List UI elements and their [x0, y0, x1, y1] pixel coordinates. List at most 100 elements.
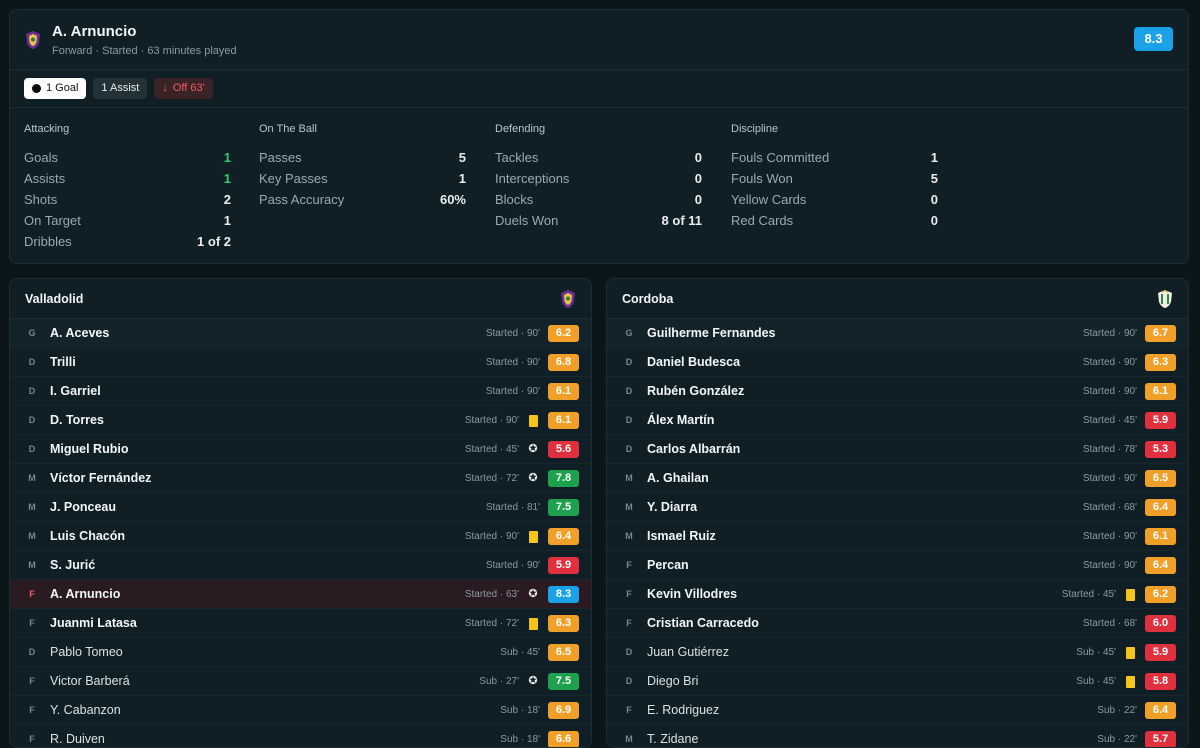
player-row[interactable]: F R. Duiven Sub · 18' 6.6 — [10, 725, 591, 747]
player-name[interactable]: Juanmi Latasa — [50, 609, 137, 638]
player-row[interactable]: G A. Aceves Started · 90' 6.2 — [10, 319, 591, 348]
player-row[interactable]: D Diego Bri Sub · 45' 5.8 — [607, 667, 1188, 696]
player-name[interactable]: Guilherme Fernandes — [647, 319, 776, 348]
stat-value: 0 — [694, 192, 702, 207]
player-minutes: Started · 90' — [485, 560, 540, 571]
player-name[interactable]: A. Aceves — [50, 319, 109, 348]
stat-label: Fouls Won — [731, 171, 793, 186]
player-row[interactable]: F A. Arnuncio Started · 63' ✪ 8.3 — [10, 580, 591, 609]
player-name[interactable]: Juan Gutiérrez — [647, 638, 729, 667]
player-row[interactable]: D D. Torres Started · 90' 6.1 — [10, 406, 591, 435]
player-name[interactable]: A. Ghailan — [647, 464, 709, 493]
player-row[interactable]: D Álex Martín Started · 45' 5.9 — [607, 406, 1188, 435]
player-row[interactable]: M Víctor Fernández Started · 72' ✪ 7.8 — [10, 464, 591, 493]
player-row[interactable]: F Victor Barberá Sub · 27' ✪ 7.5 — [10, 667, 591, 696]
yellow-card-icon — [526, 529, 540, 544]
stat-value: 8 of 11 — [661, 213, 702, 228]
football-icon: ✪ — [528, 472, 538, 484]
player-name[interactable]: Rubén González — [647, 377, 744, 406]
player-rating-badge: 6.5 — [1145, 470, 1176, 487]
player-name: A. Arnuncio — [52, 23, 137, 40]
player-position: M — [28, 560, 36, 570]
stat-value: 60% — [439, 192, 466, 207]
player-row[interactable]: F Kevin Villodres Started · 45' 6.2 — [607, 580, 1188, 609]
player-position: D — [625, 676, 633, 686]
player-minutes: Started · 45' — [464, 444, 519, 455]
player-name[interactable]: I. Garriel — [50, 377, 101, 406]
player-name[interactable]: J. Ponceau — [50, 493, 116, 522]
player-name[interactable]: A. Arnuncio — [50, 580, 120, 609]
player-name[interactable]: Kevin Villodres — [647, 580, 737, 609]
assist-badge[interactable]: 1 Assist — [93, 78, 148, 99]
player-name[interactable]: Percan — [647, 551, 689, 580]
player-name[interactable]: Victor Barberá — [50, 667, 130, 696]
stat-row: Duels Won 8 of 11 — [495, 210, 702, 231]
player-row[interactable]: M J. Ponceau Started · 81' 7.5 — [10, 493, 591, 522]
player-row[interactable]: F Cristian Carracedo Started · 68' 6.0 — [607, 609, 1188, 638]
player-name[interactable]: Álex Martín — [647, 406, 714, 435]
player-row[interactable]: M Luis Chacón Started · 90' 6.4 — [10, 522, 591, 551]
player-name[interactable]: Diego Bri — [647, 667, 698, 696]
player-minutes: Sub · 45' — [1076, 676, 1116, 687]
player-row[interactable]: M Y. Diarra Started · 68' 6.4 — [607, 493, 1188, 522]
player-row[interactable]: M Ismael Ruiz Started · 90' 6.1 — [607, 522, 1188, 551]
player-row[interactable]: D Juan Gutiérrez Sub · 45' 5.9 — [607, 638, 1188, 667]
player-row[interactable]: F Y. Cabanzon Sub · 18' 6.9 — [10, 696, 591, 725]
player-row[interactable]: M A. Ghailan Started · 90' 6.5 — [607, 464, 1188, 493]
player-row[interactable]: D Rubén González Started · 90' 6.1 — [607, 377, 1188, 406]
stat-column: Defending Tackles 0 Interceptions 0 Blocks 0 Du… — [495, 123, 702, 231]
player-rating-badge: 6.8 — [548, 354, 579, 371]
player-name[interactable]: D. Torres — [50, 406, 104, 435]
player-row[interactable]: F Juanmi Latasa Started · 72' 6.3 — [10, 609, 591, 638]
player-name[interactable]: Luis Chacón — [50, 522, 125, 551]
player-row[interactable]: D Pablo Tomeo Sub · 45' 6.5 — [10, 638, 591, 667]
player-position: F — [626, 560, 632, 570]
player-row[interactable]: D Miguel Rubio Started · 45' ✪ 5.6 — [10, 435, 591, 464]
player-name[interactable]: Daniel Budesca — [647, 348, 740, 377]
player-position: M — [625, 502, 633, 512]
player-row[interactable]: D Trilli Started · 90' 6.8 — [10, 348, 591, 377]
player-rating-badge: 6.0 — [1145, 615, 1176, 632]
player-minutes: Started · 81' — [485, 502, 540, 513]
player-name[interactable]: R. Duiven — [50, 725, 105, 747]
player-name[interactable]: Cristian Carracedo — [647, 609, 759, 638]
player-position: F — [626, 705, 632, 715]
stat-label: Red Cards — [731, 213, 794, 228]
divider — [10, 107, 1188, 108]
player-name[interactable]: Pablo Tomeo — [50, 638, 123, 667]
player-row[interactable]: D Carlos Albarrán Started · 78' 5.3 — [607, 435, 1188, 464]
player-row[interactable]: F Percan Started · 90' 6.4 — [607, 551, 1188, 580]
player-position: F — [29, 705, 35, 715]
stat-row: Key Passes 1 — [259, 168, 466, 189]
player-row[interactable]: G Guilherme Fernandes Started · 90' 6.7 — [607, 319, 1188, 348]
player-row[interactable]: F E. Rodriguez Sub · 22' 6.4 — [607, 696, 1188, 725]
goal-badge[interactable]: 1 Goal — [24, 78, 87, 99]
player-row[interactable]: M T. Zidane Sub · 22' 5.7 — [607, 725, 1188, 747]
player-rating-badge: 6.4 — [1145, 499, 1176, 516]
player-rating-badge: 6.2 — [1145, 586, 1176, 603]
player-row[interactable]: D I. Garriel Started · 90' 6.1 — [10, 377, 591, 406]
player-name[interactable]: Y. Cabanzon — [50, 696, 121, 725]
stat-row: Fouls Won 5 — [731, 168, 938, 189]
substitution-badge[interactable]: ↓ Off 63' — [154, 78, 213, 99]
player-minutes: Started · 63' — [464, 589, 519, 600]
player-rating-badge: 6.4 — [1145, 557, 1176, 574]
player-row[interactable]: D Daniel Budesca Started · 90' 6.3 — [607, 348, 1188, 377]
player-name[interactable]: Trilli — [50, 348, 76, 377]
player-name[interactable]: Carlos Albarrán — [647, 435, 740, 464]
player-name[interactable]: E. Rodriguez — [647, 696, 719, 725]
stat-value: 0 — [930, 192, 938, 207]
player-name[interactable]: Miguel Rubio — [50, 435, 128, 464]
player-minutes: Started · 90' — [1082, 560, 1137, 571]
football-icon: ✪ — [528, 675, 538, 687]
player-row[interactable]: M S. Jurić Started · 90' 5.9 — [10, 551, 591, 580]
player-name[interactable]: S. Jurić — [50, 551, 95, 580]
stat-value: 1 — [223, 150, 231, 165]
yellow-card-icon — [1123, 674, 1137, 689]
player-name[interactable]: Víctor Fernández — [50, 464, 151, 493]
player-name[interactable]: Y. Diarra — [647, 493, 697, 522]
yellow-card-icon — [1123, 587, 1137, 602]
player-name[interactable]: Ismael Ruiz — [647, 522, 716, 551]
player-minutes: Started · 90' — [1082, 473, 1137, 484]
player-name[interactable]: T. Zidane — [647, 725, 698, 747]
